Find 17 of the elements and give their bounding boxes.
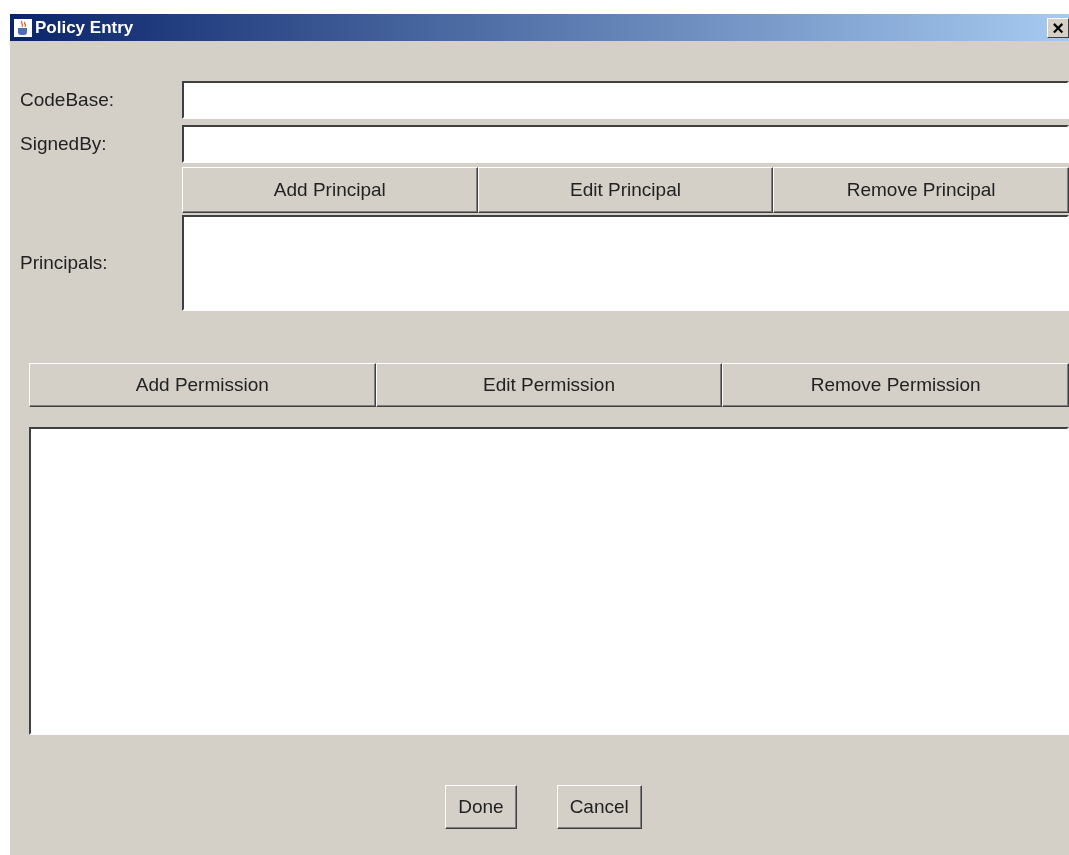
principal-button[interactable]: Edit Principal (477, 167, 774, 213)
principal-button[interactable]: Remove Principal (773, 167, 1069, 213)
cup-icon (14, 18, 32, 37)
permission-button[interactable]: Add Permission (29, 363, 376, 407)
permission-button[interactable]: Edit Permission (375, 363, 723, 407)
field-label: CodeBase: (19, 89, 115, 111)
permission-button[interactable]: Remove Permission (722, 363, 1069, 407)
window-title: Policy Entry (35, 17, 135, 38)
input-field[interactable] (182, 81, 1069, 119)
principals-label: Principals: (19, 252, 109, 274)
close-button[interactable]: × (1047, 17, 1069, 38)
principals-list[interactable] (182, 215, 1069, 311)
input-field[interactable] (182, 125, 1069, 163)
principal-button[interactable]: Add Principal (182, 167, 478, 213)
dialog-button[interactable]: Cancel (556, 785, 642, 829)
field-label: SignedBy: (19, 133, 108, 155)
dialog-button[interactable]: Done (445, 785, 517, 829)
